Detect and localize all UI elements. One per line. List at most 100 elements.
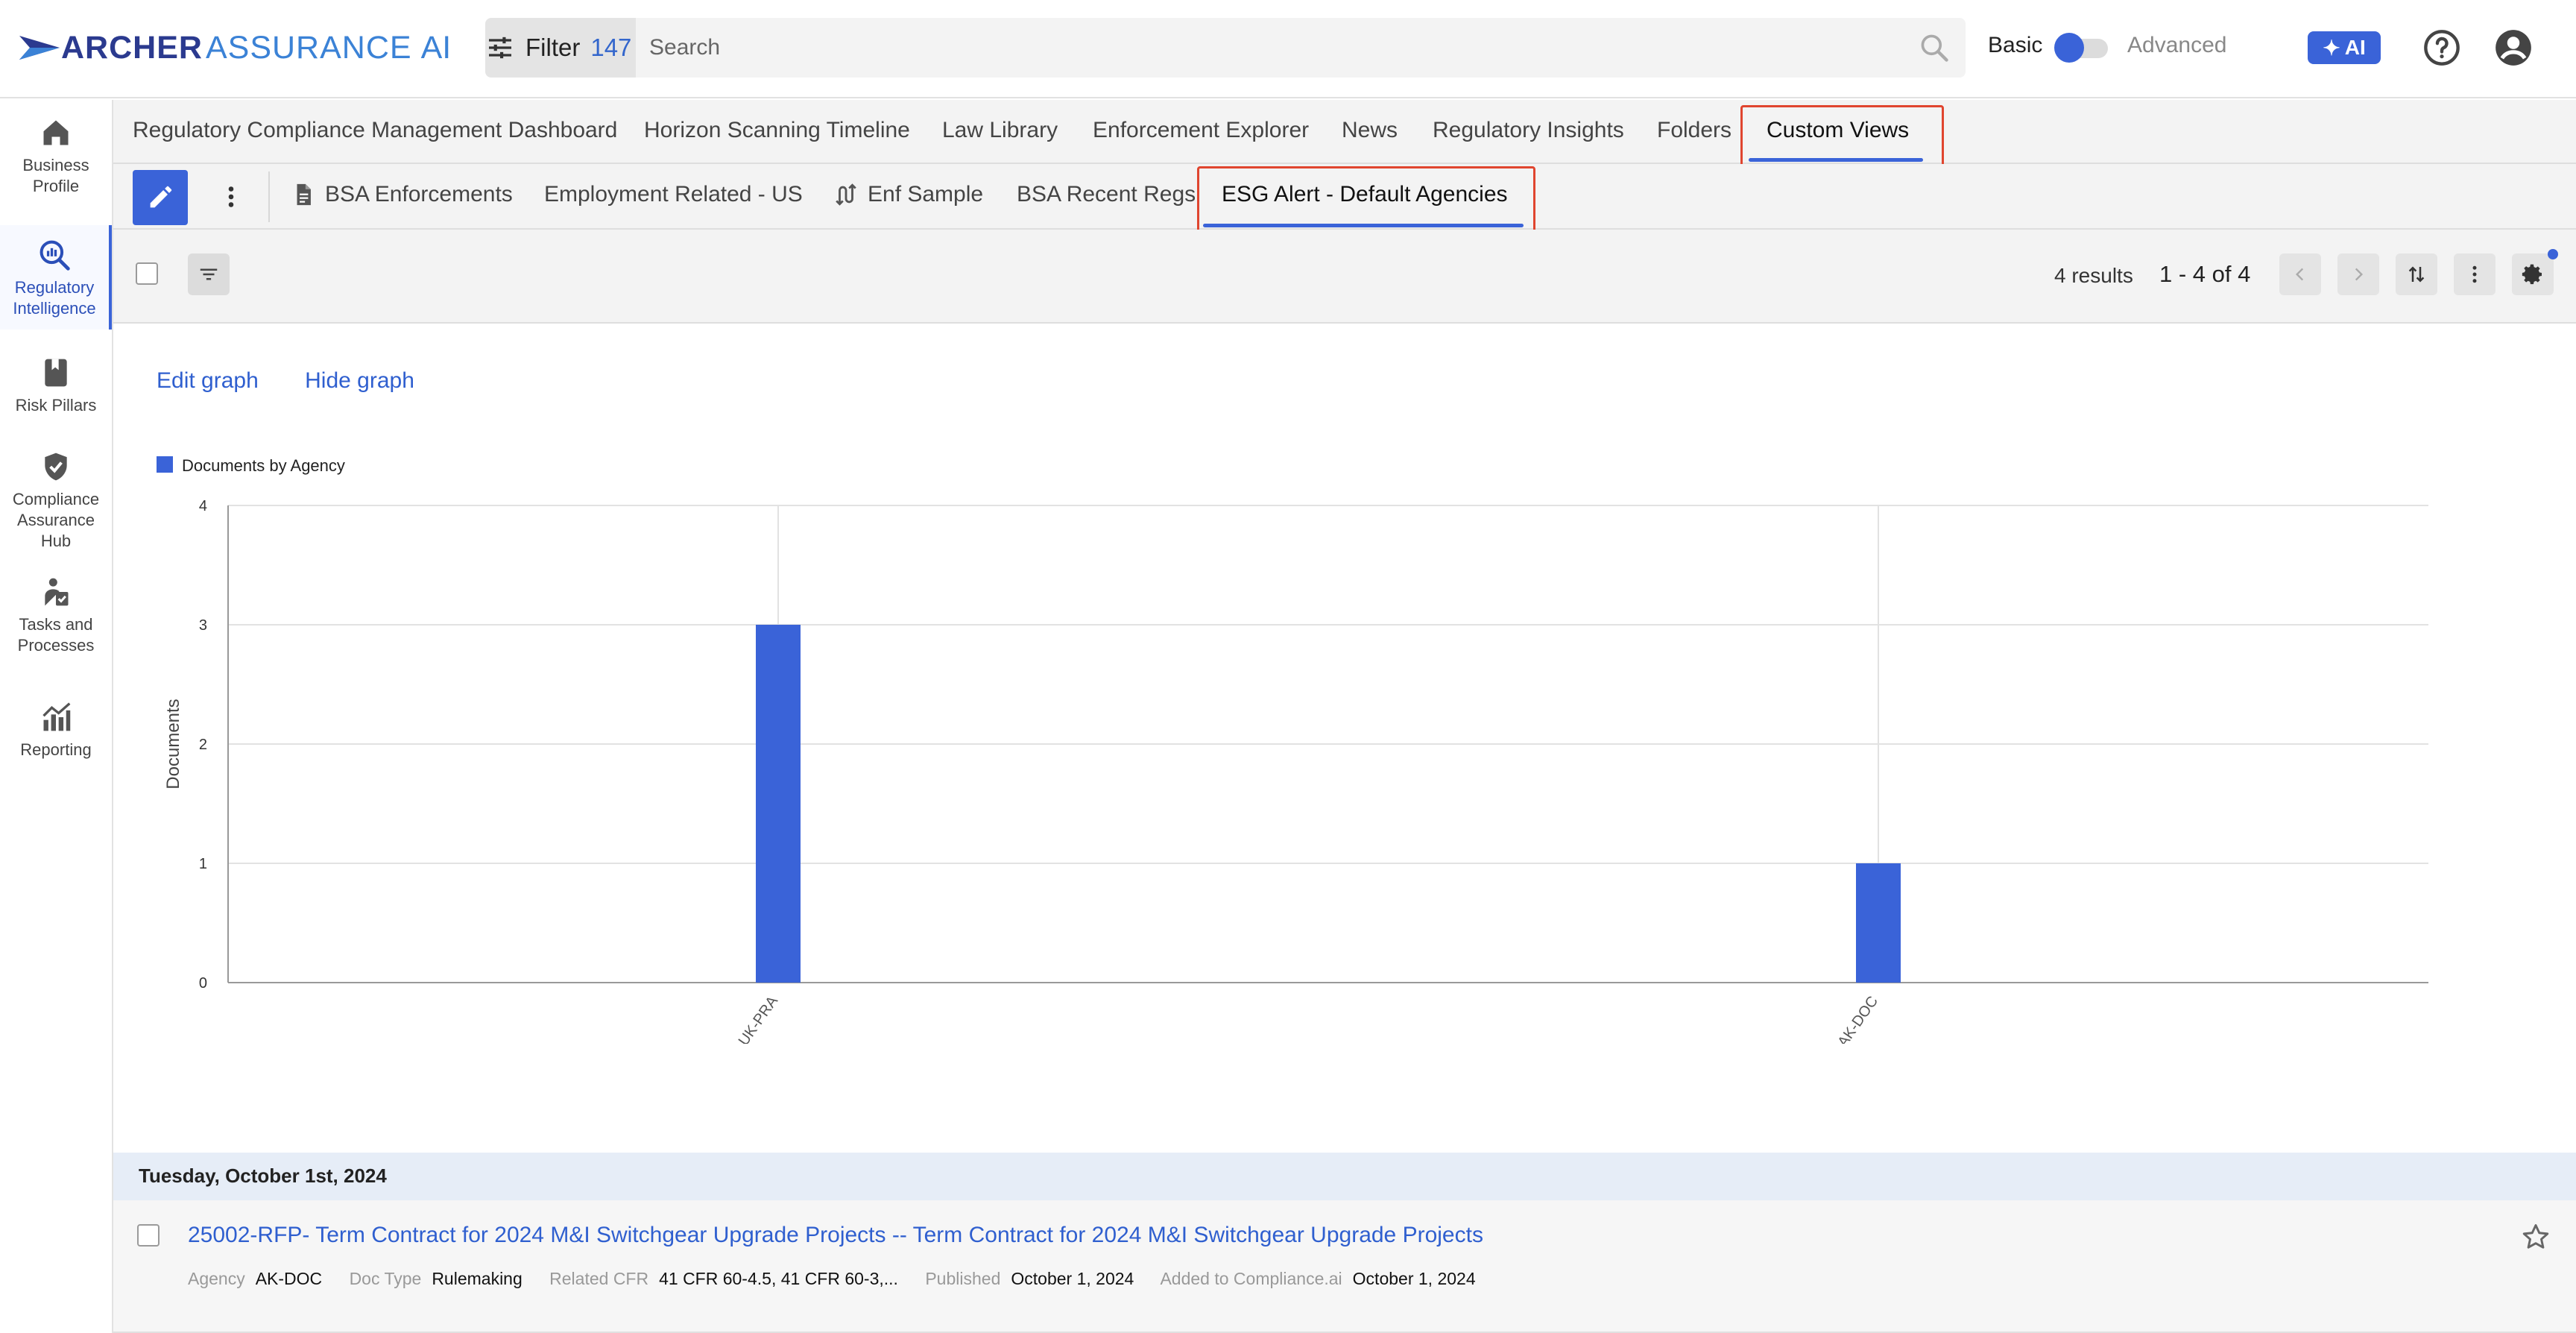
star-icon[interactable]: [2519, 1221, 2552, 1254]
brand-secondary: ASSURANCE: [205, 29, 412, 66]
brand-primary: ARCHER: [61, 29, 203, 66]
legend-label: Documents by Agency: [182, 456, 345, 475]
tab-enforcement-explorer[interactable]: Enforcement Explorer: [1093, 118, 1309, 143]
help-icon[interactable]: [2422, 28, 2461, 67]
sliders-icon: [489, 37, 511, 59]
home-icon: [43, 120, 69, 145]
chart-bars: [756, 625, 1901, 983]
nav-label: Business: [22, 156, 89, 174]
filter-list-button[interactable]: [188, 253, 230, 295]
tab-law-library[interactable]: Law Library: [942, 118, 1058, 143]
sparkle-icon: ✦: [2323, 36, 2340, 60]
filter-button[interactable]: Filter 147: [485, 18, 636, 78]
tab-folders[interactable]: Folders: [1657, 118, 1731, 143]
bar-uk-pra: [756, 625, 801, 983]
document-title-link[interactable]: 25002-RFP- Term Contract for 2024 M&I Sw…: [188, 1223, 1483, 1248]
logo-arrow-icon: [19, 36, 60, 60]
nav-label: Reporting: [20, 740, 92, 759]
app-logo[interactable]: ARCHER ASSURANCE AI: [19, 27, 451, 69]
more-vertical-icon: [2472, 265, 2477, 283]
y-tick-label: 3: [199, 617, 207, 634]
added-value: October 1, 2024: [1352, 1269, 1476, 1288]
prev-page-button[interactable]: [2279, 253, 2321, 295]
view-tab-enf-sample[interactable]: Enf Sample: [833, 182, 983, 207]
nav-label: Hub: [40, 532, 72, 550]
result-row: 25002-RFP- Term Contract for 2024 M&I Sw…: [113, 1200, 2576, 1333]
more-vertical-icon: [228, 186, 234, 207]
y-tick-label: 1: [199, 856, 207, 872]
x-tick-label: AK-DOC: [1834, 993, 1881, 1044]
documents-by-agency-chart: Documents by Agency 0 1 2 3 4 UK-PRA AK-DOC D…: [157, 456, 2428, 1044]
mode-toggle[interactable]: [2054, 33, 2112, 63]
related-cfr-value: 41 CFR 60-4.5, 41 CFR 60-3,...: [659, 1269, 898, 1288]
view-tab-bsa-enforcements[interactable]: BSA Enforcements: [291, 182, 513, 207]
date-group-header: Tuesday, October 1st, 2024: [113, 1153, 2576, 1200]
gear-icon: [2522, 264, 2542, 285]
brand-suffix: AI: [420, 29, 452, 66]
tab-regulatory-compliance-dashboard[interactable]: Regulatory Compliance Management Dashboa…: [133, 118, 617, 143]
results-toolbar: 4 results 1 - 4 of 4: [113, 230, 2576, 324]
account-icon[interactable]: [2494, 28, 2533, 67]
filter-count: 147: [590, 34, 632, 61]
nav-regulatory-intelligence[interactable]: Regulatory Intelligence: [0, 225, 112, 330]
view-tab-label: BSA Recent Regs: [1017, 182, 1196, 207]
edit-views-button[interactable]: [133, 170, 188, 225]
top-bar: ARCHER ASSURANCE AI Filter 147 Basic Adv…: [0, 0, 2576, 98]
nav-reporting[interactable]: Reporting: [0, 701, 112, 775]
view-tab-label: Employment Related - US: [544, 182, 803, 207]
nav-label: Intelligence: [13, 299, 96, 318]
document-metadata: Agency AK-DOC Doc Type Rulemaking Related …: [188, 1269, 1498, 1289]
tab-news[interactable]: News: [1342, 118, 1398, 143]
search-input[interactable]: [636, 35, 1888, 60]
next-page-button[interactable]: [2337, 253, 2379, 295]
chart-grid: [227, 505, 2428, 983]
nav-label: Profile: [32, 177, 80, 195]
nav-label: Risk Pillars: [15, 396, 97, 415]
nav-compliance-assurance-hub[interactable]: Compliance Assurance Hub: [0, 450, 112, 562]
chart-legend: Documents by Agency: [157, 456, 345, 475]
search-icon[interactable]: [1918, 31, 1951, 64]
related-cfr-label: Related CFR: [549, 1269, 649, 1288]
view-tabs: BSA Enforcements Employment Related - US…: [113, 164, 2576, 238]
pencil-icon: [150, 186, 172, 208]
graph-actions: Edit graph Hide graph: [157, 368, 455, 394]
nav-tasks-processes[interactable]: Tasks and Processes: [0, 576, 112, 665]
results-count: 4 results: [2054, 264, 2133, 287]
shield-check-icon: [45, 453, 67, 481]
nav-risk-pillars[interactable]: Risk Pillars: [0, 356, 112, 431]
nav-label: Assurance: [17, 511, 95, 529]
select-all-checkbox[interactable]: [136, 262, 158, 285]
settings-button[interactable]: [2512, 253, 2554, 295]
y-axis-label: Documents: [163, 699, 183, 789]
notification-dot: [2548, 249, 2558, 259]
edit-graph-link[interactable]: Edit graph: [157, 368, 259, 393]
nav-business-profile[interactable]: Business Profile: [0, 116, 112, 213]
chevron-right-icon: [2355, 268, 2364, 281]
x-tick-label: UK-PRA: [736, 993, 782, 1044]
nav-label: Processes: [17, 636, 95, 655]
view-tab-employment-related[interactable]: Employment Related - US: [544, 182, 803, 207]
search-box: [636, 18, 1966, 78]
agency-value: AK-DOC: [255, 1269, 323, 1288]
view-tab-label: BSA Enforcements: [325, 182, 513, 207]
more-actions-button[interactable]: [2454, 253, 2496, 295]
more-options-button[interactable]: [210, 176, 252, 218]
ai-button[interactable]: ✦ AI: [2308, 31, 2381, 64]
sort-button[interactable]: [2396, 253, 2437, 295]
view-tab-bsa-recent-regs[interactable]: BSA Recent Regs: [1017, 182, 1196, 207]
y-tick-label: 4: [199, 498, 207, 514]
toggle-knob: [2054, 33, 2084, 63]
nav-label: Compliance: [12, 490, 100, 508]
ai-button-label: AI: [2344, 36, 2366, 59]
main-tabs: Regulatory Compliance Management Dashboa…: [113, 100, 2576, 177]
route-icon: [836, 183, 856, 206]
hide-graph-link[interactable]: Hide graph: [305, 368, 414, 393]
highlight-box: [1197, 166, 1535, 238]
chart-icon: [42, 702, 71, 731]
left-nav: Business Profile Regulatory Intelligence…: [0, 100, 113, 1333]
filter-list-icon: [200, 268, 218, 280]
row-checkbox[interactable]: [137, 1224, 160, 1247]
tab-regulatory-insights[interactable]: Regulatory Insights: [1433, 118, 1624, 143]
tab-horizon-scanning-timeline[interactable]: Horizon Scanning Timeline: [644, 118, 910, 143]
doctype-value: Rulemaking: [432, 1269, 523, 1288]
